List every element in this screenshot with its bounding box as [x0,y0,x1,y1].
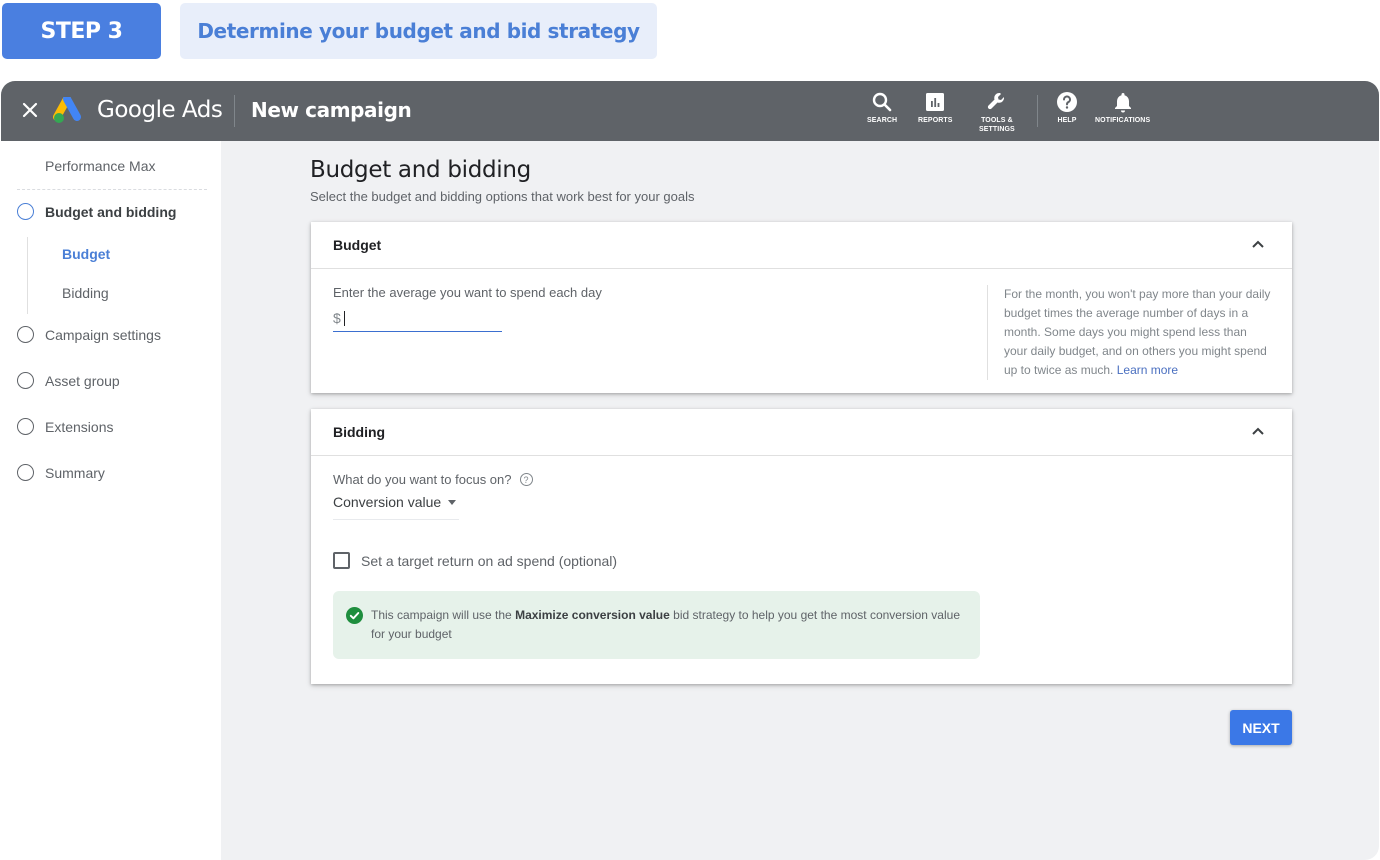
google-ads-app: Google Ads New campaign SEARCH REPORTS T… [1,81,1379,860]
bidding-card-header[interactable]: Bidding [311,409,1292,456]
tools-settings-button[interactable]: TOOLS & SETTINGS [979,91,1015,134]
budget-input-label: Enter the average you want to spend each… [333,285,602,300]
bidding-card: Bidding What do you want to focus on? ? … [311,409,1292,684]
focus-label-text: What do you want to focus on? [333,472,512,487]
bell-icon [1114,93,1131,113]
step-circle-icon [17,203,34,220]
sidebar-item-summary[interactable]: Summary [17,464,105,481]
budget-card-header[interactable]: Budget [311,222,1292,269]
notifications-button[interactable]: NOTIFICATIONS [1095,91,1150,125]
budget-input[interactable] [344,310,485,326]
notice-strategy: Maximize conversion value [515,608,670,622]
step-badge: STEP 3 [2,3,161,59]
notice-text: This campaign will use the Maximize conv… [371,606,961,644]
step-circle-icon [17,464,34,481]
budget-field[interactable]: $ [333,305,502,332]
step-circle-icon [17,372,34,389]
sidebar-item-budget-and-bidding[interactable]: Budget and bidding [17,203,176,220]
currency-prefix: $ [333,310,341,326]
focus-label: What do you want to focus on? ? [333,472,533,487]
next-button[interactable]: NEXT [1230,710,1292,745]
tools-label-line1: TOOLS & [981,117,1013,124]
sidebar-item-asset-group[interactable]: Asset group [17,372,120,389]
page-name: New campaign [251,98,412,122]
sidebar-subitem-bidding[interactable]: Bidding [62,285,109,301]
divider [234,95,235,127]
target-roas-option[interactable]: Set a target return on ad spend (optiona… [333,552,617,569]
campaign-type: Performance Max [45,158,156,174]
reports-label: REPORTS [918,117,953,124]
check-circle-icon [346,607,363,624]
search-button[interactable]: SEARCH [867,91,897,125]
google-ads-logo-icon [53,97,81,123]
wrench-icon [987,92,1004,110]
budget-card: Budget Enter the average you want to spe… [311,222,1292,393]
page-subtitle: Select the budget and bidding options th… [310,189,695,204]
page-title: Budget and bidding [310,157,531,183]
substep-line [27,237,28,314]
close-button[interactable] [19,99,41,121]
target-roas-checkbox[interactable] [333,552,350,569]
reports-button[interactable]: REPORTS [918,91,953,125]
step-circle-icon [17,418,34,435]
help-button[interactable]: HELP [1056,91,1078,125]
sidebar-item-label: Asset group [45,372,120,389]
step-circle-icon [17,326,34,343]
focus-dropdown-value: Conversion value [333,494,442,510]
sidebar-item-label: Extensions [45,418,114,435]
learn-more-link[interactable]: Learn more [1117,363,1178,377]
bidding-card-title: Bidding [333,424,386,440]
sidebar-item-label: Summary [45,464,105,481]
search-icon [872,92,892,112]
divider [17,189,207,190]
sidebar-item-extensions[interactable]: Extensions [17,418,113,435]
top-bar: Google Ads New campaign SEARCH REPORTS T… [1,81,1379,141]
tools-label-line2: SETTINGS [979,126,1015,133]
notice-prefix: This campaign will use the [371,608,512,622]
search-label: SEARCH [867,117,898,124]
sidebar-item-label: Budget and bidding [45,203,177,220]
chevron-up-icon[interactable] [1250,423,1266,439]
brand-name: Google Ads [97,97,223,123]
sidebar-item-campaign-settings[interactable]: Campaign settings [17,326,161,343]
tools-label: TOOLS & SETTINGS [979,116,1015,134]
divider [1037,95,1038,127]
help-icon [1057,92,1077,112]
help-circle-icon[interactable]: ? [519,473,533,486]
target-roas-label: Set a target return on ad spend (optiona… [361,552,618,569]
dropdown-arrow-icon [448,500,457,505]
sidebar-subitem-budget[interactable]: Budget [62,246,110,262]
sidebar-item-label: Campaign settings [45,326,161,343]
help-label: HELP [1057,117,1077,124]
budget-help-text: For the month, you won't pay more than y… [987,285,1272,380]
chevron-up-icon[interactable] [1250,236,1266,252]
step-title: Determine your budget and bid strategy [180,3,657,59]
sidebar: Performance Max Budget and bidding Budge… [1,141,221,860]
focus-dropdown[interactable]: Conversion value [333,494,459,520]
notifications-label: NOTIFICATIONS [1095,117,1151,124]
bid-strategy-notice: This campaign will use the Maximize conv… [333,591,980,659]
close-icon [22,102,38,118]
bar-chart-icon [926,93,945,111]
budget-card-title: Budget [333,237,382,253]
